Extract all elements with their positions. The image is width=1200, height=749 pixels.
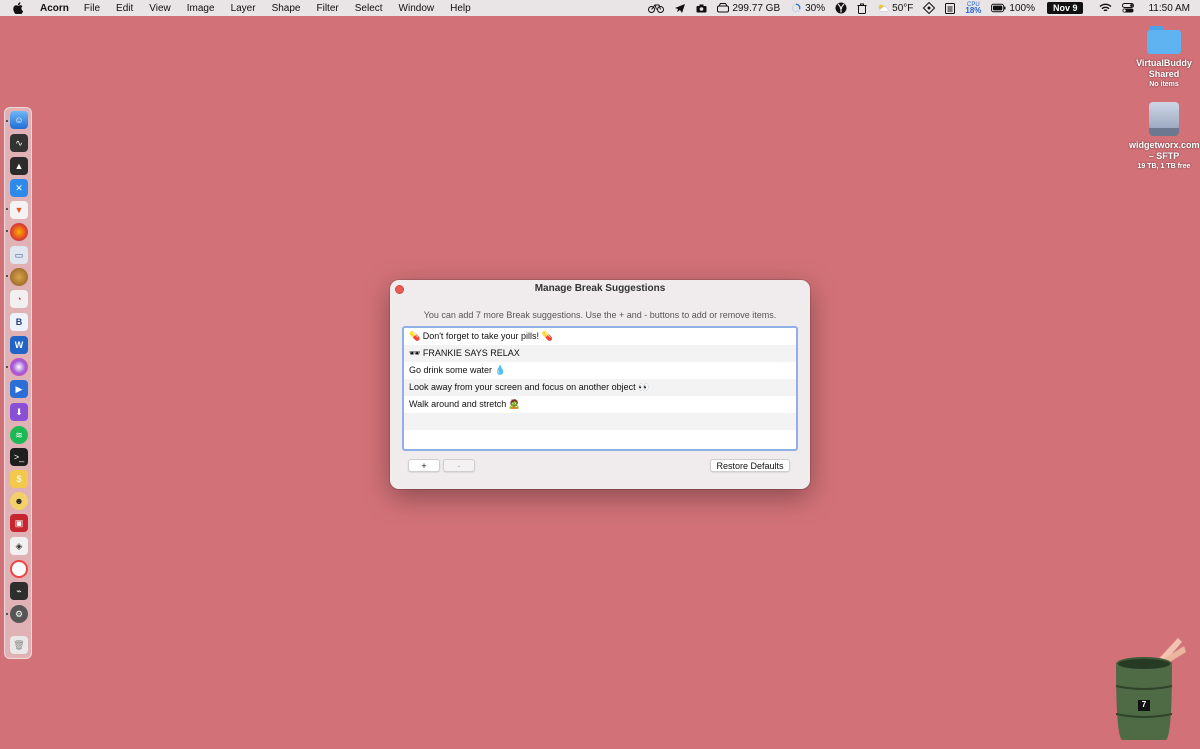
trash-menu-icon[interactable] bbox=[857, 3, 867, 14]
menu-layer[interactable]: Layer bbox=[231, 3, 256, 14]
bbedit-icon[interactable]: B bbox=[10, 313, 28, 331]
layers-app-icon[interactable]: ◈ bbox=[10, 537, 28, 555]
video-player-icon[interactable]: ▶ bbox=[10, 380, 28, 398]
control-center-icon[interactable] bbox=[1122, 3, 1135, 13]
disk-status[interactable]: 299.77 GB bbox=[717, 3, 780, 14]
menu-file[interactable]: File bbox=[84, 3, 100, 14]
empty-row bbox=[404, 430, 796, 447]
bicycle-icon[interactable] bbox=[648, 3, 665, 13]
cpu-value: 18% bbox=[965, 6, 982, 15]
battery-status[interactable]: 100% bbox=[991, 3, 1035, 14]
drive-label: widgetworx.com – SFTP bbox=[1129, 140, 1200, 161]
downloader-icon[interactable]: ⬇ bbox=[10, 403, 28, 421]
list-item[interactable]: 🕶 FRANKIE SAYS RELAX bbox=[404, 345, 796, 362]
menu-filter[interactable]: Filter bbox=[317, 3, 339, 14]
running-indicator bbox=[6, 275, 8, 277]
list-item[interactable]: 💊 Don't forget to take your pills! 💊 bbox=[404, 328, 796, 345]
folder-icon bbox=[1147, 26, 1181, 54]
menu-bar: Acorn File Edit View Image Layer Shape F… bbox=[0, 0, 1200, 16]
finder-icon[interactable]: ☺ bbox=[10, 111, 28, 129]
focus-icon[interactable] bbox=[923, 2, 936, 14]
menu-select[interactable]: Select bbox=[355, 3, 383, 14]
progress-status[interactable]: 30% bbox=[790, 3, 825, 14]
activity-monitor-icon[interactable]: ∿ bbox=[10, 134, 28, 152]
restore-defaults-button[interactable]: Restore Defaults bbox=[710, 459, 790, 472]
menu-help[interactable]: Help bbox=[450, 3, 471, 14]
dock-trash-icon[interactable]: 🗑 bbox=[10, 636, 28, 654]
apple-icon[interactable] bbox=[12, 2, 24, 14]
menu-shape[interactable]: Shape bbox=[272, 3, 301, 14]
drive-icon bbox=[1149, 102, 1179, 136]
money-app-icon[interactable]: $ bbox=[10, 470, 28, 488]
dialog-title: Manage Break Suggestions bbox=[534, 283, 666, 294]
suggestions-list[interactable]: 💊 Don't forget to take your pills! 💊 🕶 F… bbox=[402, 326, 798, 451]
menu-window[interactable]: Window bbox=[399, 3, 435, 14]
preview-icon[interactable]: ▭ bbox=[10, 246, 28, 264]
scrobbler-icon[interactable]: ◔ bbox=[10, 290, 28, 308]
running-indicator bbox=[6, 208, 8, 210]
xcode-tools-icon[interactable]: ✕ bbox=[10, 179, 28, 197]
menu-app-name[interactable]: Acorn bbox=[40, 3, 69, 14]
date-badge[interactable]: Nov 9 bbox=[1046, 2, 1084, 14]
progress-text: 30% bbox=[805, 2, 826, 14]
camera-icon[interactable] bbox=[696, 4, 707, 13]
toolbox-icon[interactable]: ▣ bbox=[10, 514, 28, 532]
terminal-icon[interactable]: >_ bbox=[10, 448, 28, 466]
disk-free-text: 299.77 GB bbox=[732, 2, 781, 14]
ring-app-icon[interactable] bbox=[10, 560, 28, 578]
folder-sublabel: No items bbox=[1149, 81, 1179, 88]
instruments-icon[interactable]: ▲ bbox=[10, 157, 28, 175]
creative-app-icon[interactable] bbox=[10, 358, 28, 376]
virtualbuddy-folder[interactable]: VirtualBuddy Shared No items bbox=[1129, 26, 1199, 89]
trash-badge: 7 bbox=[1141, 700, 1147, 709]
menu-edit[interactable]: Edit bbox=[116, 3, 133, 14]
brave-icon[interactable]: ▼ bbox=[10, 201, 28, 219]
drive-sublabel: 19 TB, 1 TB free bbox=[1137, 163, 1191, 170]
word-icon[interactable]: W bbox=[10, 336, 28, 354]
firefox-icon[interactable] bbox=[10, 223, 28, 241]
add-button[interactable]: + bbox=[408, 459, 440, 472]
acorn-icon[interactable] bbox=[10, 268, 28, 286]
running-indicator bbox=[6, 366, 8, 368]
list-item[interactable]: Look away from your screen and focus on … bbox=[404, 379, 796, 396]
folder-label: VirtualBuddy Shared bbox=[1136, 58, 1192, 79]
dock: ☺ ∿ ▲ ✕ ▼ ▭ ◔ B W ▶ ⬇ ≋ >_ $ ☻ ▣ ◈ ⌁ ⚙ 🗑 bbox=[4, 107, 32, 659]
weather-text: 50°F bbox=[892, 2, 914, 14]
desktop-trash-barrel[interactable]: 7 bbox=[1112, 636, 1192, 746]
battery-text: 100% bbox=[1009, 2, 1035, 14]
running-indicator bbox=[6, 230, 8, 232]
system-prefs-icon[interactable]: ⚙ bbox=[10, 605, 28, 623]
monkey-app-icon[interactable]: ☻ bbox=[10, 492, 28, 510]
spotify-icon[interactable]: ≋ bbox=[10, 426, 28, 444]
dialog-info-text: You can add 7 more Break suggestions. Us… bbox=[423, 310, 777, 320]
weather-status[interactable]: 50°F bbox=[877, 3, 913, 14]
monitor-app-icon[interactable]: ⌁ bbox=[10, 582, 28, 600]
menu-view[interactable]: View bbox=[149, 3, 171, 14]
list-item[interactable]: Walk around and stretch 🧟 bbox=[404, 396, 796, 413]
airplane-icon[interactable] bbox=[674, 3, 686, 14]
remove-button[interactable]: - bbox=[443, 459, 475, 472]
radiation-icon[interactable] bbox=[835, 2, 847, 14]
menu-image[interactable]: Image bbox=[187, 3, 215, 14]
wifi-icon[interactable] bbox=[1099, 3, 1112, 13]
list-item[interactable]: Go drink some water 💧 bbox=[404, 362, 796, 379]
manage-break-suggestions-dialog: Manage Break Suggestions You can add 7 m… bbox=[390, 280, 810, 489]
sftp-drive[interactable]: widgetworx.com – SFTP 19 TB, 1 TB free bbox=[1129, 102, 1200, 171]
empty-row bbox=[404, 413, 796, 430]
running-indicator bbox=[6, 120, 8, 122]
cpu-status[interactable]: CPU 18% bbox=[965, 2, 982, 15]
clipboard-icon[interactable] bbox=[945, 2, 956, 14]
running-indicator bbox=[6, 613, 8, 615]
clock-text[interactable]: 11:50 AM bbox=[1148, 3, 1190, 14]
